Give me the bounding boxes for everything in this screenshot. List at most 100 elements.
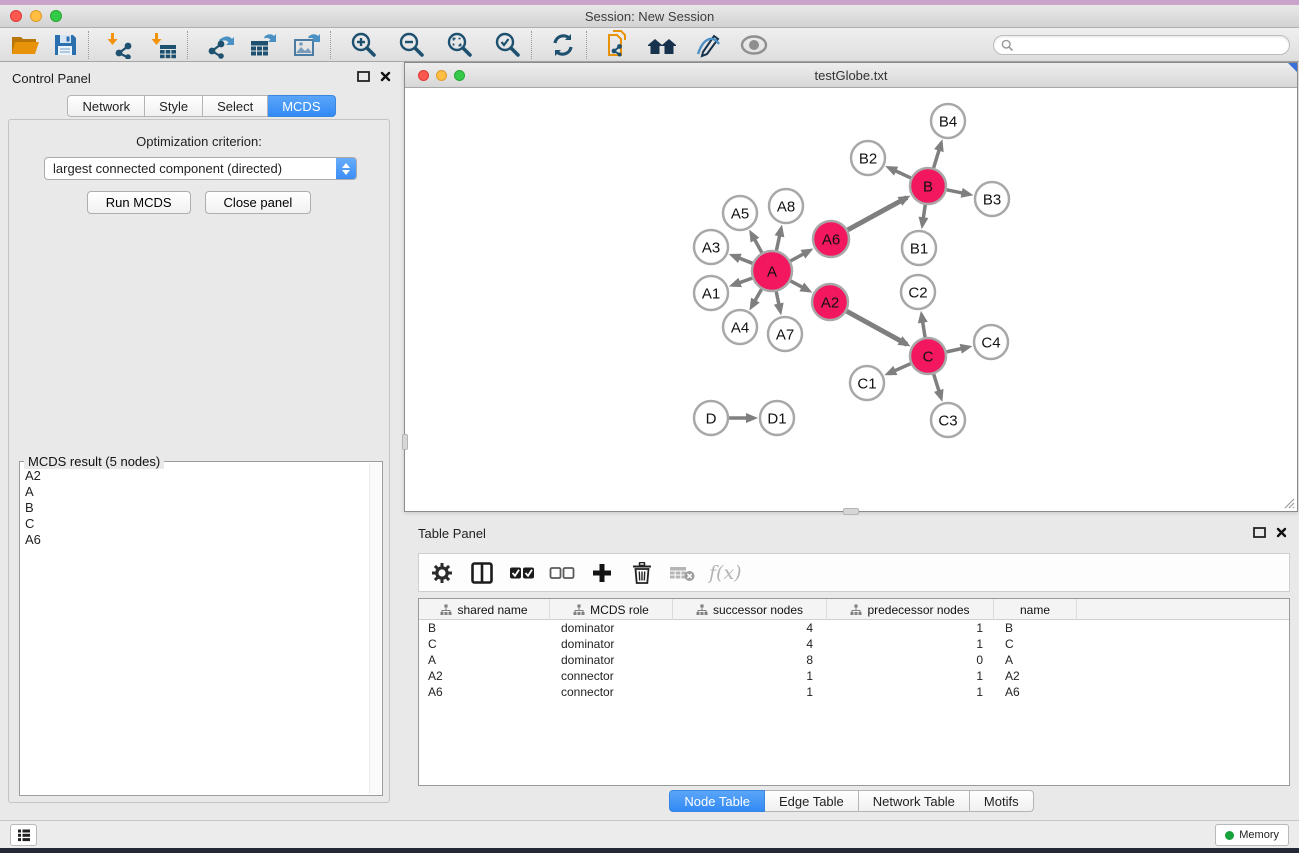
table-cell[interactable]: A xyxy=(994,652,1077,668)
graph-edge-A-A1[interactable] xyxy=(733,278,753,285)
table-cell[interactable]: dominator xyxy=(550,620,673,636)
table-cell[interactable]: dominator xyxy=(550,652,673,668)
table-cell[interactable]: C xyxy=(994,636,1077,652)
criterion-select[interactable]: largest connected component (directed) xyxy=(44,157,357,180)
table-settings-gear-icon[interactable] xyxy=(429,560,455,586)
result-item[interactable]: A2 xyxy=(23,468,366,484)
show-panel-list-button[interactable] xyxy=(10,824,37,846)
float-table-panel-icon[interactable] xyxy=(1253,527,1266,538)
deselect-all-checkboxes-icon[interactable] xyxy=(549,560,575,586)
graph-edge-A-A2[interactable] xyxy=(791,281,809,291)
zoom-out-icon[interactable] xyxy=(395,30,429,60)
search-field[interactable] xyxy=(993,35,1290,55)
result-item[interactable]: A6 xyxy=(23,532,366,548)
table-cell[interactable]: 4 xyxy=(673,620,827,636)
open-session-icon[interactable] xyxy=(8,30,42,60)
network-graph-canvas[interactable]: AA1A2A3A4A5A6A7A8BB1B2B3B4CC1C2C3C4DD1 xyxy=(405,88,1297,511)
home-icon[interactable] xyxy=(645,30,679,60)
bottom-splitter-grip[interactable] xyxy=(843,508,859,515)
close-table-panel-icon[interactable] xyxy=(1276,527,1287,538)
show-columns-icon[interactable] xyxy=(469,560,495,586)
graph-edge-A2-C[interactable] xyxy=(847,311,907,344)
annotations-hidden-icon[interactable] xyxy=(691,30,725,60)
select-all-checkboxes-icon[interactable] xyxy=(509,560,535,586)
table-cell[interactable]: A xyxy=(419,652,550,668)
graph-edge-A-A6[interactable] xyxy=(790,250,809,261)
save-session-icon[interactable] xyxy=(48,30,82,60)
graph-edge-A-A3[interactable] xyxy=(732,255,752,263)
float-panel-icon[interactable] xyxy=(357,71,370,82)
export-image-icon[interactable] xyxy=(290,30,324,60)
table-cell[interactable]: 1 xyxy=(827,668,994,684)
import-network-icon[interactable] xyxy=(103,30,137,60)
tab-network-table[interactable]: Network Table xyxy=(859,790,970,812)
network-window-titlebar[interactable]: testGlobe.txt xyxy=(405,63,1297,88)
table-cell[interactable]: connector xyxy=(550,684,673,700)
tab-node-table[interactable]: Node Table xyxy=(669,790,765,812)
refresh-view-icon[interactable] xyxy=(546,30,580,60)
graph-edge-C-C2[interactable] xyxy=(922,315,926,338)
result-item[interactable]: C xyxy=(23,516,366,532)
graph-edge-C-C3[interactable] xyxy=(934,374,941,398)
table-cell[interactable]: A6 xyxy=(994,684,1077,700)
column-header-MCDS-role[interactable]: MCDS role xyxy=(550,599,673,620)
document-network-icon[interactable] xyxy=(601,30,635,60)
graph-edge-C-C1[interactable] xyxy=(888,364,911,374)
graph-edge-A-A5[interactable] xyxy=(751,233,762,252)
table-row[interactable]: A6connector11A6 xyxy=(419,684,1289,700)
graph-edge-B-B4[interactable] xyxy=(934,143,942,168)
add-column-icon[interactable] xyxy=(589,560,615,586)
result-item[interactable]: B xyxy=(23,500,366,516)
delete-column-trash-icon[interactable] xyxy=(629,560,655,586)
table-cell[interactable]: C xyxy=(419,636,550,652)
result-item[interactable]: A xyxy=(23,484,366,500)
tab-motifs[interactable]: Motifs xyxy=(970,790,1034,812)
run-mcds-button[interactable]: Run MCDS xyxy=(87,191,191,214)
export-table-icon[interactable] xyxy=(246,30,280,60)
table-cell[interactable]: 1 xyxy=(827,636,994,652)
close-panel-icon[interactable] xyxy=(380,71,391,82)
memory-button[interactable]: Memory xyxy=(1215,824,1289,846)
tab-style[interactable]: Style xyxy=(145,95,203,117)
tab-network[interactable]: Network xyxy=(67,95,145,117)
search-input[interactable] xyxy=(1018,37,1289,53)
export-network-icon[interactable] xyxy=(202,30,236,60)
table-cell[interactable]: 1 xyxy=(827,684,994,700)
graph-edge-B-B2[interactable] xyxy=(889,168,911,178)
table-cell[interactable]: 0 xyxy=(827,652,994,668)
table-cell[interactable]: A2 xyxy=(994,668,1077,684)
table-row[interactable]: Adominator80A xyxy=(419,652,1289,668)
table-cell[interactable]: connector xyxy=(550,668,673,684)
table-row[interactable]: Bdominator41B xyxy=(419,620,1289,636)
zoom-fit-icon[interactable] xyxy=(443,30,477,60)
graph-edge-C-C4[interactable] xyxy=(947,347,969,352)
tab-edge-table[interactable]: Edge Table xyxy=(765,790,859,812)
graph-edge-A-A4[interactable] xyxy=(751,289,761,307)
table-row[interactable]: Cdominator41C xyxy=(419,636,1289,652)
column-header-predecessor-nodes[interactable]: predecessor nodes xyxy=(827,599,994,620)
import-table-icon[interactable] xyxy=(147,30,181,60)
graph-edge-B-B1[interactable] xyxy=(922,205,925,225)
column-header-shared-name[interactable]: shared name xyxy=(419,599,550,620)
table-cell[interactable]: A6 xyxy=(419,684,550,700)
close-panel-button[interactable]: Close panel xyxy=(205,191,312,214)
table-cell[interactable]: A2 xyxy=(419,668,550,684)
table-cell[interactable]: B xyxy=(419,620,550,636)
table-cell[interactable]: 1 xyxy=(673,684,827,700)
result-list-scrollbar[interactable] xyxy=(369,463,381,794)
left-splitter-grip[interactable] xyxy=(402,434,408,450)
table-cell[interactable]: 4 xyxy=(673,636,827,652)
column-header-successor-nodes[interactable]: successor nodes xyxy=(673,599,827,620)
graph-edge-A-A7[interactable] xyxy=(776,292,780,312)
window-resize-grip[interactable] xyxy=(1283,497,1295,509)
column-header-name[interactable]: name xyxy=(994,599,1077,620)
table-cell[interactable]: B xyxy=(994,620,1077,636)
table-cell[interactable]: 1 xyxy=(673,668,827,684)
tab-mcds[interactable]: MCDS xyxy=(268,95,335,117)
tab-select[interactable]: Select xyxy=(203,95,268,117)
table-cell[interactable]: dominator xyxy=(550,636,673,652)
table-row[interactable]: A2connector11A2 xyxy=(419,668,1289,684)
table-cell[interactable]: 1 xyxy=(827,620,994,636)
eye-icon[interactable] xyxy=(737,30,771,60)
graph-edge-A-A8[interactable] xyxy=(776,228,781,250)
